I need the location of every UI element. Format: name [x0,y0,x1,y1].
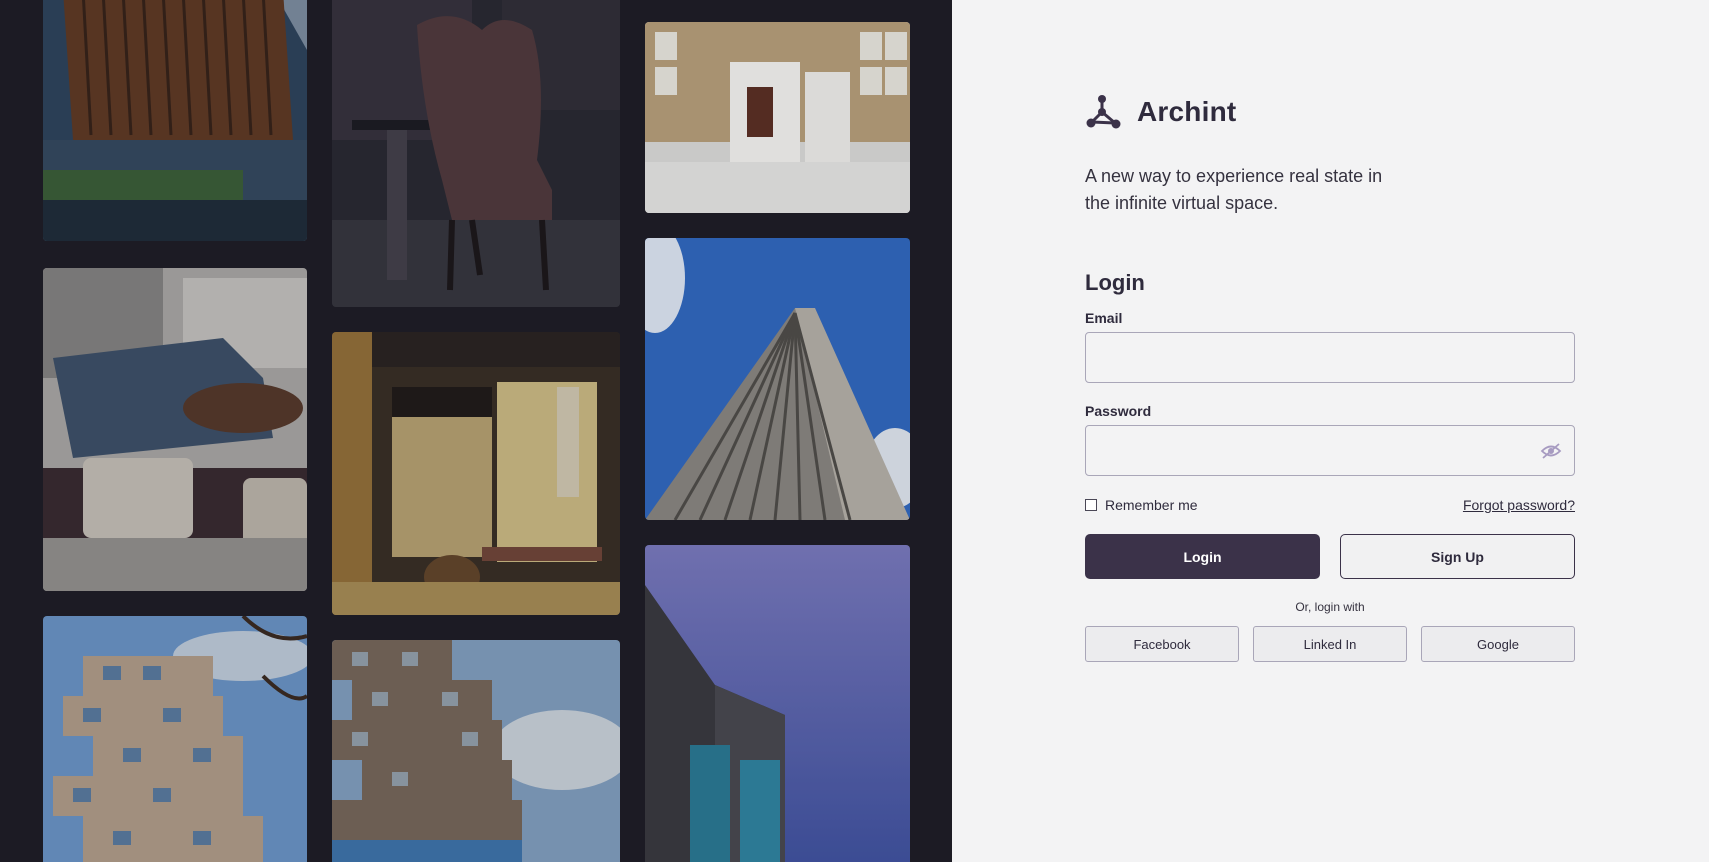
gallery-photo-stacked-building-2 [332,640,620,862]
eye-slash-icon[interactable] [1540,441,1562,461]
remember-checkbox[interactable] [1085,499,1097,511]
email-label: Email [1085,310,1123,326]
email-field[interactable] [1086,333,1574,382]
password-field[interactable] [1086,426,1574,475]
or-login-with-text: Or, login with [1295,600,1365,614]
login-button[interactable]: Login [1085,534,1320,579]
linkedin-login-button[interactable]: Linked In [1253,626,1407,662]
molecule-logo-icon [1086,95,1121,129]
tagline: A new way to experience real state in th… [1085,166,1383,213]
social-login-buttons: Facebook Linked In Google [1085,626,1575,662]
login-title: Login [1085,270,1145,295]
action-buttons: Login Sign Up [1085,534,1575,579]
gallery-photo-glass-building [43,0,307,241]
brand: Archint [1085,93,1236,131]
remember-row: Remember me Forgot password? [1085,496,1575,514]
gallery-photo-white-interior [645,22,910,213]
gallery-photo-japanese-room [332,332,620,615]
remember-me[interactable]: Remember me [1085,497,1198,513]
password-label: Password [1085,403,1152,419]
login-form: Login Email Password Remember me Forgot … [1085,270,1575,662]
image-gallery [0,0,952,862]
gallery-photo-leather-chair [332,0,620,307]
signup-button[interactable]: Sign Up [1340,534,1575,579]
email-field-wrapper [1085,332,1575,383]
gallery-photo-modern-building [645,545,910,862]
gallery-photo-lounge [43,268,307,591]
login-panel: Archint A new way to experience real sta… [952,0,1709,862]
gallery-photo-stacked-building [43,616,307,862]
facebook-login-button[interactable]: Facebook [1085,626,1239,662]
password-field-wrapper [1085,425,1575,476]
gallery-photo-skyscraper [645,238,910,520]
google-login-button[interactable]: Google [1421,626,1575,662]
brand-name: Archint [1137,96,1237,127]
remember-label: Remember me [1105,497,1198,513]
forgot-password-link[interactable]: Forgot password? [1463,497,1575,513]
